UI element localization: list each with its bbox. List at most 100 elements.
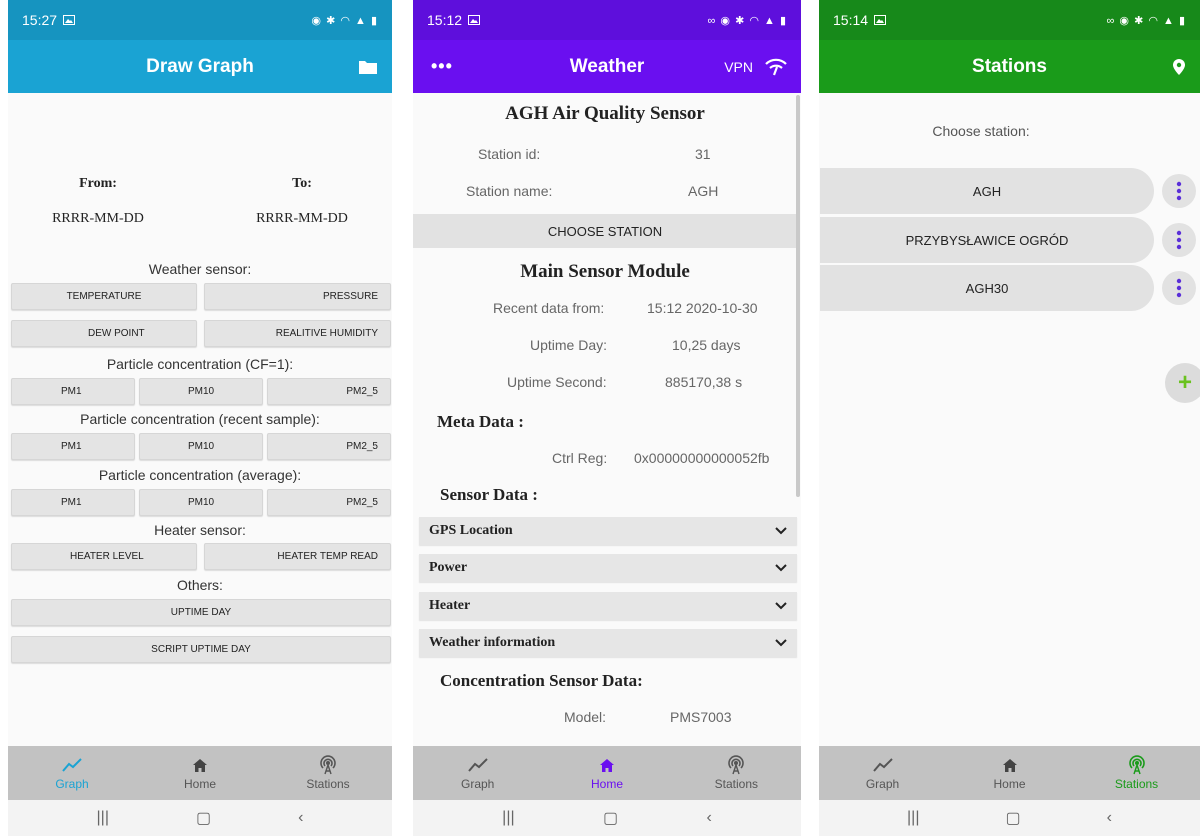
nav-home[interactable]: Home [136, 746, 264, 800]
back-icon[interactable]: ‹ [706, 809, 711, 827]
chevron-down-icon [775, 564, 787, 572]
home-system-icon[interactable]: ▢ [603, 808, 618, 828]
recent-pm10-button[interactable]: PM10 [139, 433, 263, 460]
stations-screen: 15:14 ∞ ◉ ✱ ◠ ▲ ▮ Stations Choose statio… [819, 0, 1200, 836]
recent-pm2-5-button[interactable]: PM2_5 [267, 433, 391, 460]
weather-sensor-heading: Weather sensor: [148, 261, 252, 277]
nav-stations[interactable]: Stations [264, 746, 392, 800]
status-time: 15:12 [427, 12, 463, 28]
heater-expander[interactable]: Heater [419, 592, 797, 620]
station-id-value: 31 [695, 146, 711, 162]
home-icon [1002, 758, 1017, 772]
chevron-down-icon [775, 602, 787, 610]
choose-station-label: Choose station: [932, 123, 1030, 139]
add-station-button[interactable]: + [1165, 363, 1200, 403]
status-bar: 15:27 ◉ ✱ ◠ ▲ ▮ [8, 0, 392, 40]
dew-point-button[interactable]: DEW POINT [11, 320, 197, 347]
from-date-input[interactable]: RRRR-MM-DD [8, 211, 188, 227]
to-label: To: [292, 176, 312, 191]
expander-label: Power [429, 560, 468, 575]
antenna-icon [728, 755, 745, 775]
to-date-input[interactable]: RRRR-MM-DD [212, 211, 392, 227]
app-bar: Stations [819, 40, 1200, 93]
power-expander[interactable]: Power [419, 554, 797, 582]
ctrl-reg-label: Ctrl Reg: [552, 450, 608, 466]
expander-label: Heater [429, 598, 471, 613]
average-pm10-button[interactable]: PM10 [139, 489, 263, 516]
recents-icon[interactable]: ||| [97, 809, 109, 827]
home-system-icon[interactable]: ▢ [1005, 808, 1020, 828]
nav-stations-label: Stations [714, 777, 758, 791]
weather-screen: 15:12 ∞ ◉ ✱ ◠ ▲ ▮ ••• Weather VPN AGH Ai… [413, 0, 801, 836]
nav-graph[interactable]: Graph [819, 746, 946, 800]
back-icon[interactable]: ‹ [298, 809, 303, 827]
more-vertical-icon[interactable] [1162, 223, 1196, 257]
station-button-przybyslawice[interactable]: PRZYBYSŁAWICE OGRÓD [820, 217, 1154, 263]
others-heading: Others: [177, 577, 223, 593]
bottom-nav: Graph Home Stations [819, 746, 1200, 800]
back-icon[interactable]: ‹ [1107, 809, 1112, 827]
status-bar: 15:14 ∞ ◉ ✱ ◠ ▲ ▮ [819, 0, 1200, 40]
more-menu-icon[interactable]: ••• [431, 40, 453, 93]
to-group: To: RRRR-MM-DD [212, 176, 392, 227]
station-row: AGH30 [819, 265, 1200, 311]
system-icons: ∞ ◉ ✱ ◠ ▲ ▮ [1106, 14, 1186, 27]
home-icon [193, 758, 207, 772]
antenna-icon [320, 755, 336, 775]
plus-icon: + [1177, 369, 1192, 396]
folder-icon[interactable] [358, 59, 378, 75]
gps-location-expander[interactable]: GPS Location [419, 517, 797, 545]
uptime-second-label: Uptime Second: [507, 374, 607, 390]
app-bar: Draw Graph [8, 40, 392, 93]
cf1-pm1-button[interactable]: PM1 [11, 378, 135, 405]
location-pin-icon[interactable] [1172, 58, 1186, 76]
recents-icon[interactable]: ||| [907, 809, 919, 827]
nav-stations[interactable]: Stations [1073, 746, 1200, 800]
nav-home[interactable]: Home [946, 746, 1073, 800]
weather-information-expander[interactable]: Weather information [419, 629, 797, 657]
temperature-button[interactable]: TEMPERATURE [11, 283, 197, 310]
nav-stations[interactable]: Stations [672, 746, 801, 800]
more-vertical-icon[interactable] [1162, 271, 1196, 305]
nav-home-label: Home [993, 777, 1026, 791]
scrollbar[interactable] [796, 95, 800, 497]
pressure-button[interactable]: PRESSURE [204, 283, 391, 310]
recent-data-label: Recent data from: [493, 300, 605, 316]
image-notification-icon [63, 15, 76, 25]
nav-graph-label: Graph [865, 777, 900, 791]
nav-graph-label: Graph [55, 777, 89, 791]
nav-home-label: Home [183, 777, 216, 791]
nav-graph[interactable]: Graph [413, 746, 542, 800]
image-notification-icon [874, 15, 887, 25]
cf1-pm2-5-button[interactable]: PM2_5 [267, 378, 391, 405]
station-button-agh30[interactable]: AGH30 [820, 265, 1154, 311]
heater-temp-button[interactable]: HEATER TEMP READ [204, 543, 391, 570]
bottom-nav: Graph Home Stations [413, 746, 801, 800]
vpn-label: VPN [724, 58, 753, 75]
choose-station-button[interactable]: CHOOSE STATION [413, 214, 797, 248]
recents-icon[interactable]: ||| [502, 809, 514, 827]
graph-screen: 15:27 ◉ ✱ ◠ ▲ ▮ Draw Graph From: RRRR-MM… [8, 0, 392, 836]
more-vertical-icon[interactable] [1162, 174, 1196, 208]
chart-icon [62, 758, 82, 772]
average-pm2-5-button[interactable]: PM2_5 [267, 489, 391, 516]
page-title: Stations [972, 55, 1047, 77]
uptime-day-button[interactable]: UPTIME DAY [11, 599, 391, 626]
nav-graph[interactable]: Graph [8, 746, 136, 800]
cf1-pm10-button[interactable]: PM10 [139, 378, 263, 405]
expander-label: Weather information [429, 635, 556, 650]
nav-home[interactable]: Home [542, 746, 671, 800]
from-label: From: [79, 176, 117, 191]
script-uptime-button[interactable]: SCRIPT UPTIME DAY [11, 636, 391, 663]
system-nav: ||| ▢ ‹ [819, 800, 1200, 836]
expander-label: GPS Location [429, 523, 513, 538]
station-button-agh[interactable]: AGH [820, 168, 1154, 214]
heater-level-button[interactable]: HEATER LEVEL [11, 543, 197, 570]
home-system-icon[interactable]: ▢ [196, 808, 211, 828]
module-title: Main Sensor Module [520, 261, 690, 282]
humidity-button[interactable]: REALITIVE HUMIDITY [204, 320, 391, 347]
average-pm1-button[interactable]: PM1 [11, 489, 135, 516]
recent-pm1-button[interactable]: PM1 [11, 433, 135, 460]
wifi-icon[interactable] [765, 58, 787, 76]
from-group: From: RRRR-MM-DD [8, 176, 188, 227]
